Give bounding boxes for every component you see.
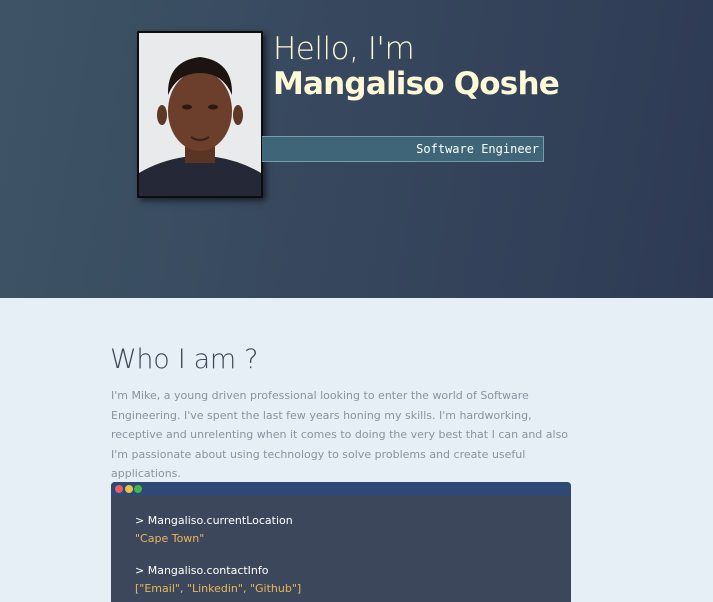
profile-photo-icon <box>139 33 261 196</box>
terminal-command: > Mangaliso.currentLocation <box>135 514 293 527</box>
about-title: Who I am ? <box>110 344 259 375</box>
greeting-text: Hello, I'm <box>273 31 415 67</box>
minimize-dot-icon <box>124 485 133 493</box>
role-text: Software Engineer <box>416 142 539 156</box>
terminal-window: > Mangaliso.currentLocation "Cape Town" … <box>111 482 571 602</box>
about-text: I'm Mike, a young driven professional lo… <box>111 389 569 480</box>
hero-name: Mangaliso Qoshe <box>273 66 560 102</box>
terminal-output: "Cape Town" <box>135 532 205 545</box>
terminal-body: > Mangaliso.currentLocation "Cape Town" … <box>135 512 301 598</box>
terminal-output: ["Email", "Linkedin", "Github"] <box>135 582 302 595</box>
avatar <box>137 31 263 198</box>
hero-section: Hello, I'm Mangaliso Qoshe Software Engi… <box>0 0 713 298</box>
maximize-dot-icon <box>134 485 142 493</box>
close-dot-icon <box>115 485 123 493</box>
role-badge: Software Engineer <box>262 136 544 162</box>
terminal-command: > Mangaliso.contactInfo <box>135 564 269 577</box>
terminal-titlebar <box>111 482 571 496</box>
